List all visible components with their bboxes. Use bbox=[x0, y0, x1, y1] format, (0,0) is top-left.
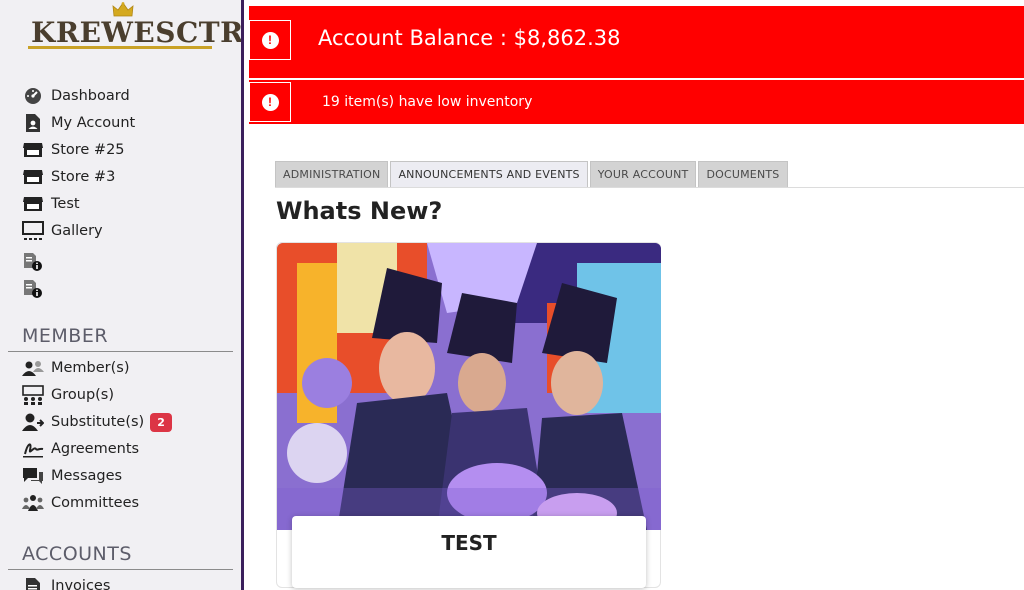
sidebar-item-dashboard[interactable]: Dashboard bbox=[22, 84, 130, 108]
sidebar-item-label: Invoices bbox=[51, 578, 111, 590]
exclamation-icon: ! bbox=[261, 93, 279, 111]
section-title-accounts: ACCOUNTS bbox=[22, 543, 132, 565]
sidebar-item-label: Substitute(s) bbox=[51, 414, 145, 430]
store-icon bbox=[22, 139, 44, 161]
sidebar-item-messages[interactable]: Messages bbox=[22, 464, 122, 488]
announcement-photo[interactable] bbox=[277, 243, 661, 530]
tab-your-account[interactable]: YOUR ACCOUNT bbox=[589, 161, 697, 187]
committees-icon bbox=[22, 492, 44, 514]
store-icon bbox=[22, 166, 44, 188]
sidebar-item-label: Messages bbox=[51, 468, 123, 484]
sidebar-item-committees[interactable]: Committees bbox=[22, 491, 139, 515]
page-title: Whats New? bbox=[276, 197, 443, 225]
sidebar-item-test[interactable]: Test bbox=[22, 192, 80, 216]
section-divider bbox=[8, 351, 233, 352]
sidebar: KREWESCTRL Dashboard My Account Store #2… bbox=[0, 0, 244, 590]
tabs-divider bbox=[275, 187, 1024, 188]
dashboard-icon bbox=[22, 85, 44, 107]
section-divider bbox=[8, 569, 233, 570]
sidebar-item-store-25[interactable]: Store #25 bbox=[22, 138, 125, 162]
sidebar-item-label: Member(s) bbox=[51, 360, 130, 376]
substitutes-count-badge: 2 bbox=[150, 412, 172, 432]
sidebar-item-members[interactable]: Member(s) bbox=[22, 356, 130, 380]
sidebar-item-store-3[interactable]: Store #3 bbox=[22, 165, 115, 189]
low-inventory-text: 19 item(s) have low inventory bbox=[322, 94, 533, 110]
members-icon bbox=[22, 357, 44, 379]
announcement-card[interactable]: TEST bbox=[276, 242, 661, 588]
sidebar-item-groups[interactable]: Group(s) bbox=[22, 383, 114, 407]
sidebar-item-label: Committees bbox=[51, 495, 140, 511]
account-balance-alert: ! Account Balance : $8,862.38 bbox=[249, 6, 1024, 78]
sidebar-item-label: My Account bbox=[51, 115, 136, 131]
exclamation-icon: ! bbox=[261, 31, 279, 49]
sidebar-item-label: Gallery bbox=[51, 223, 103, 239]
sidebar-item-label: Store #25 bbox=[51, 142, 125, 158]
sidebar-item-gallery[interactable]: Gallery bbox=[22, 219, 103, 243]
document-info-icon bbox=[22, 278, 44, 300]
sidebar-item-document-2[interactable] bbox=[22, 277, 51, 301]
store-icon bbox=[22, 193, 44, 215]
parade-photo-illustration bbox=[277, 243, 661, 530]
alert-icon-box: ! bbox=[249, 20, 291, 60]
brand-logo[interactable]: KREWESCTRL bbox=[28, 2, 241, 50]
low-inventory-alert: ! 19 item(s) have low inventory bbox=[249, 80, 1024, 124]
sidebar-item-invoices[interactable]: Invoices bbox=[22, 574, 110, 590]
sidebar-item-document-1[interactable] bbox=[22, 250, 51, 274]
sidebar-item-agreements[interactable]: Agreements bbox=[22, 437, 139, 461]
invoice-icon bbox=[22, 575, 44, 590]
sidebar-item-label: Dashboard bbox=[51, 88, 130, 104]
logo-underline bbox=[28, 46, 212, 49]
substitute-icon bbox=[22, 411, 44, 433]
tab-bar: ADMINISTRATION ANNOUNCEMENTS AND EVENTS … bbox=[275, 161, 788, 187]
sidebar-item-substitutes[interactable]: Substitute(s) 2 bbox=[22, 410, 172, 434]
account-balance-text: Account Balance : $8,862.38 bbox=[318, 26, 621, 50]
groups-icon bbox=[22, 384, 44, 406]
sidebar-item-label: Group(s) bbox=[51, 387, 115, 403]
sidebar-item-label: Agreements bbox=[51, 441, 140, 457]
document-info-icon bbox=[22, 251, 44, 273]
tab-documents[interactable]: DOCUMENTS bbox=[698, 161, 788, 187]
account-icon bbox=[22, 112, 44, 134]
messages-icon bbox=[22, 465, 44, 487]
logo-text: KREWESCTRL bbox=[31, 16, 244, 49]
tab-administration[interactable]: ADMINISTRATION bbox=[275, 161, 389, 187]
sidebar-item-my-account[interactable]: My Account bbox=[22, 111, 135, 135]
tab-announcements-and-events[interactable]: ANNOUNCEMENTS AND EVENTS bbox=[390, 161, 588, 187]
announcement-title: TEST bbox=[441, 531, 497, 555]
sidebar-item-label: Test bbox=[51, 196, 80, 212]
sidebar-item-label: Store #3 bbox=[51, 169, 116, 185]
announcement-caption: TEST bbox=[292, 516, 646, 588]
signature-icon bbox=[22, 438, 44, 460]
alert-icon-box: ! bbox=[249, 82, 291, 122]
section-title-member: MEMBER bbox=[22, 325, 109, 347]
gallery-icon bbox=[22, 220, 44, 242]
